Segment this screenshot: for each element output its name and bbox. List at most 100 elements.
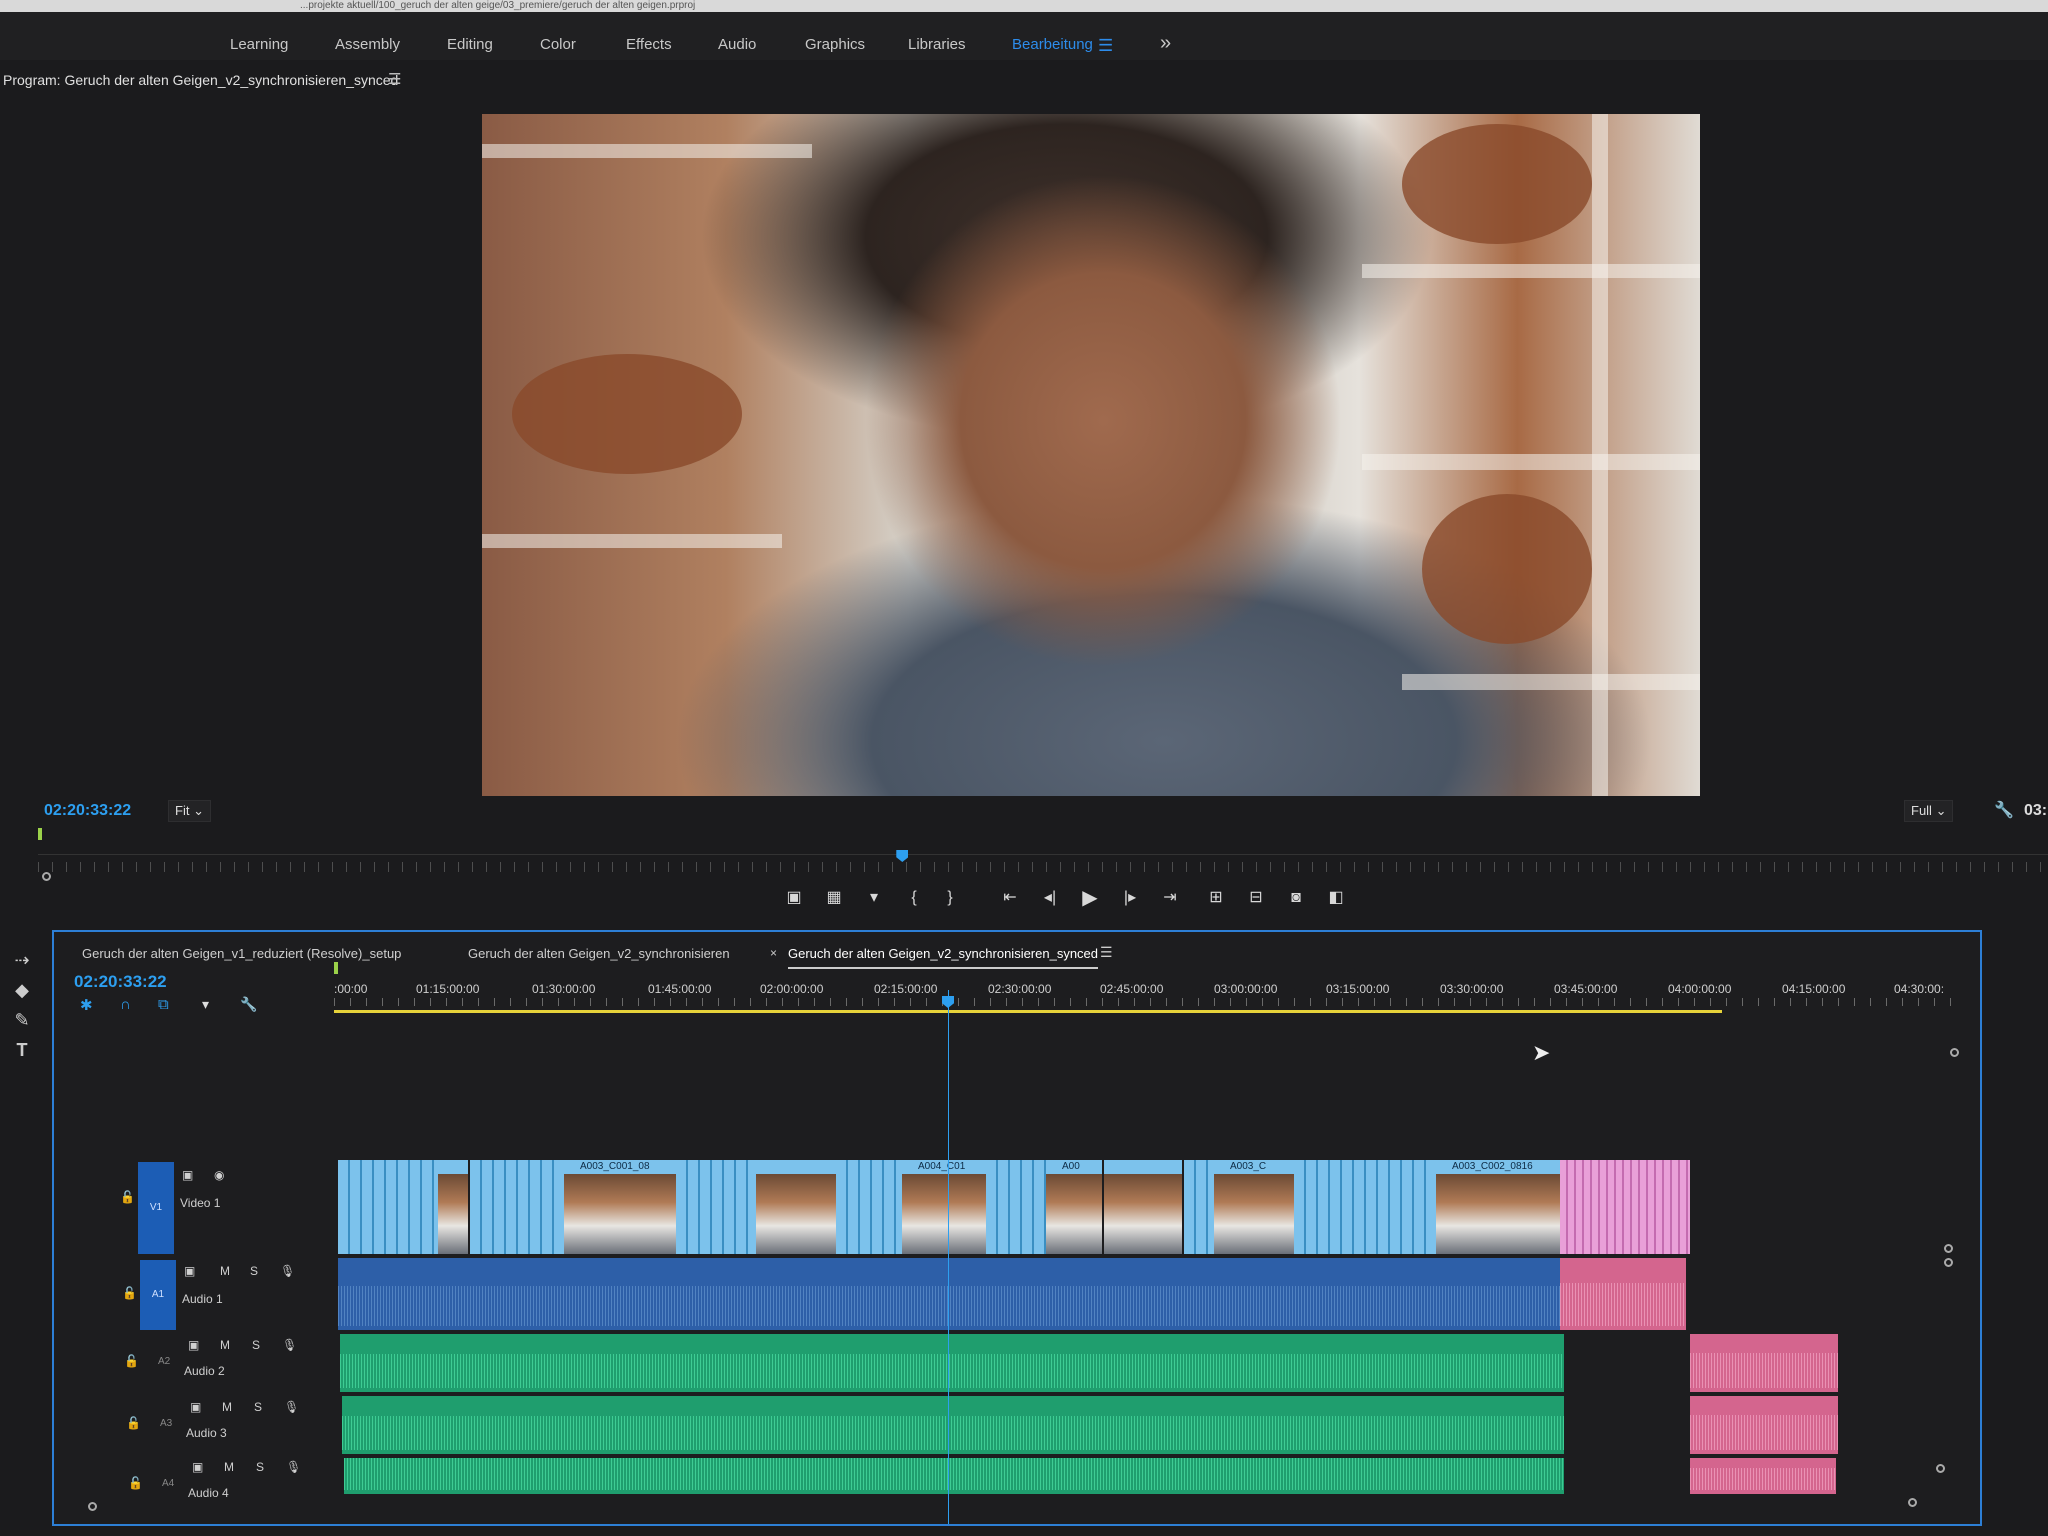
audio-clip[interactable] xyxy=(342,1396,1564,1454)
workspace-learning[interactable]: Learning xyxy=(230,36,288,53)
double-chevron-right-icon[interactable]: » xyxy=(1160,32,1171,55)
program-timecode[interactable]: 02:20:33:22 xyxy=(44,802,131,820)
marker-icon[interactable]: ▾ xyxy=(860,884,888,912)
solo-button[interactable]: S xyxy=(256,1460,264,1474)
hamburger-icon[interactable]: ☰ xyxy=(1100,944,1113,961)
workspace-effects[interactable]: Effects xyxy=(626,36,672,53)
step-back-icon[interactable]: ◂| xyxy=(1036,884,1064,912)
tab-sequence-v2-synced[interactable]: Geruch der alten Geigen_v2_synchronisier… xyxy=(788,946,1099,969)
workspace-assembly[interactable]: Assembly xyxy=(335,36,400,53)
film-icon[interactable]: ▣ xyxy=(188,1338,199,1352)
solo-button[interactable]: S xyxy=(250,1264,258,1278)
eye-icon[interactable]: ◉ xyxy=(214,1168,224,1182)
workspace-graphics[interactable]: Graphics xyxy=(805,36,865,53)
mute-button[interactable]: M xyxy=(222,1400,232,1414)
film-icon[interactable]: ▣ xyxy=(184,1264,195,1278)
close-icon[interactable]: × xyxy=(770,946,777,960)
pen-icon[interactable]: ✎ xyxy=(10,1010,34,1034)
snap-icon[interactable]: ∩ xyxy=(120,996,131,1013)
hamburger-icon[interactable]: ☰ xyxy=(1098,36,1113,56)
timeline-ruler[interactable] xyxy=(334,998,1954,1006)
track-target-v1[interactable]: V1 xyxy=(138,1162,174,1254)
microphone-icon[interactable]: 🎙 xyxy=(286,1460,301,1474)
video-clip[interactable] xyxy=(1294,1160,1436,1254)
video-clip[interactable] xyxy=(1184,1160,1214,1254)
audio-clip[interactable] xyxy=(1690,1396,1838,1454)
scroll-handle[interactable] xyxy=(42,872,51,881)
lock-icon[interactable]: 🔓 xyxy=(120,1190,135,1204)
video-clip[interactable] xyxy=(836,1160,902,1254)
go-to-out-icon[interactable]: ⇥ xyxy=(1156,884,1184,912)
video-clip[interactable] xyxy=(470,1160,564,1254)
track-lane-a4[interactable] xyxy=(338,1458,1836,1518)
workspace-libraries[interactable]: Libraries xyxy=(908,36,966,53)
solo-button[interactable]: S xyxy=(252,1338,260,1352)
tab-sequence-v1-setup[interactable]: Geruch der alten Geigen_v1_reduziert (Re… xyxy=(82,946,401,961)
workspace-audio[interactable]: Audio xyxy=(718,36,756,53)
mark-in-icon[interactable]: { xyxy=(900,884,928,912)
hamburger-icon[interactable]: ☰ xyxy=(388,70,401,88)
razor-icon[interactable]: ◆ xyxy=(10,980,34,1004)
scroll-handle[interactable] xyxy=(88,1502,97,1511)
video-clip[interactable] xyxy=(338,1160,438,1254)
microphone-icon[interactable]: 🎙 xyxy=(282,1338,297,1352)
audio-clip[interactable] xyxy=(340,1334,1564,1392)
audio-clip[interactable] xyxy=(1560,1258,1686,1330)
lock-icon[interactable]: 🔓 xyxy=(128,1476,143,1490)
video-clip[interactable]: A003_C002_0816 xyxy=(1436,1160,1560,1254)
workspace-color[interactable]: Color xyxy=(540,36,576,53)
video-clip[interactable] xyxy=(1104,1160,1182,1254)
lock-icon[interactable]: 🔓 xyxy=(122,1286,137,1300)
play-icon[interactable]: ▶ xyxy=(1076,884,1104,912)
mute-button[interactable]: M xyxy=(220,1338,230,1352)
workspace-bearbeitung[interactable]: Bearbeitung xyxy=(1012,36,1093,53)
extract-icon[interactable]: ⊟ xyxy=(1242,884,1270,912)
scroll-handle[interactable] xyxy=(1936,1464,1945,1473)
lock-icon[interactable]: 🔓 xyxy=(126,1416,141,1430)
track-id-a2[interactable]: A2 xyxy=(158,1356,170,1367)
video-clip[interactable]: A003_C001_08 xyxy=(564,1160,676,1254)
text-tool-icon[interactable]: T xyxy=(10,1040,34,1064)
audio-clip[interactable] xyxy=(344,1458,1564,1494)
add-marker-icon[interactable]: ▾ xyxy=(202,996,209,1013)
video-clip[interactable] xyxy=(1560,1160,1690,1254)
resolution-select[interactable]: Full ⌄ xyxy=(1904,800,1954,822)
video-clip[interactable] xyxy=(756,1160,836,1254)
scroll-handle[interactable] xyxy=(1944,1258,1953,1267)
workspace-editing[interactable]: Editing xyxy=(447,36,493,53)
track-id-a4[interactable]: A4 xyxy=(162,1478,174,1489)
audio-clip[interactable] xyxy=(1690,1458,1836,1494)
wrench-icon[interactable]: 🔧 xyxy=(240,996,257,1013)
track-select-icon[interactable]: ⇢ xyxy=(10,950,34,974)
video-clip[interactable]: A00 xyxy=(1046,1160,1102,1254)
video-clip[interactable] xyxy=(676,1160,756,1254)
film-icon[interactable]: ▣ xyxy=(182,1168,193,1182)
solo-button[interactable]: S xyxy=(254,1400,262,1414)
film-icon[interactable]: ▣ xyxy=(192,1460,203,1474)
compare-icon[interactable]: ◧ xyxy=(1322,884,1350,912)
film-icon[interactable]: ▣ xyxy=(190,1400,201,1414)
export-frame-icon[interactable]: ◙ xyxy=(1282,884,1310,912)
mute-button[interactable]: M xyxy=(224,1460,234,1474)
audio-clip[interactable] xyxy=(338,1258,1560,1330)
safe-margins-icon[interactable]: ▣ xyxy=(780,884,808,912)
video-clip[interactable]: A003_C xyxy=(1214,1160,1294,1254)
track-lane-a2[interactable] xyxy=(338,1334,1838,1394)
nest-icon[interactable]: ✱ xyxy=(80,996,93,1014)
lock-icon[interactable]: 🔓 xyxy=(124,1354,139,1368)
video-clip[interactable] xyxy=(986,1160,1046,1254)
go-to-in-icon[interactable]: ⇤ xyxy=(996,884,1024,912)
compare-view-icon[interactable]: ▦ xyxy=(820,884,848,912)
video-clip[interactable] xyxy=(438,1160,468,1254)
scroll-handle[interactable] xyxy=(1944,1244,1953,1253)
track-lane-v1[interactable]: A003_C001_08 A004_C01 A00 A003_C A003_C0… xyxy=(338,1160,1778,1254)
mute-button[interactable]: M xyxy=(220,1264,230,1278)
tab-sequence-v2[interactable]: Geruch der alten Geigen_v2_synchronisier… xyxy=(468,946,730,961)
mark-out-icon[interactable]: } xyxy=(936,884,964,912)
track-lane-a3[interactable] xyxy=(338,1396,1838,1456)
video-frame[interactable] xyxy=(482,114,1700,796)
work-area-bar[interactable] xyxy=(334,1010,1722,1013)
scroll-handle[interactable] xyxy=(1908,1498,1917,1507)
track-lane-a1[interactable] xyxy=(338,1258,1778,1332)
step-forward-icon[interactable]: |▸ xyxy=(1116,884,1144,912)
